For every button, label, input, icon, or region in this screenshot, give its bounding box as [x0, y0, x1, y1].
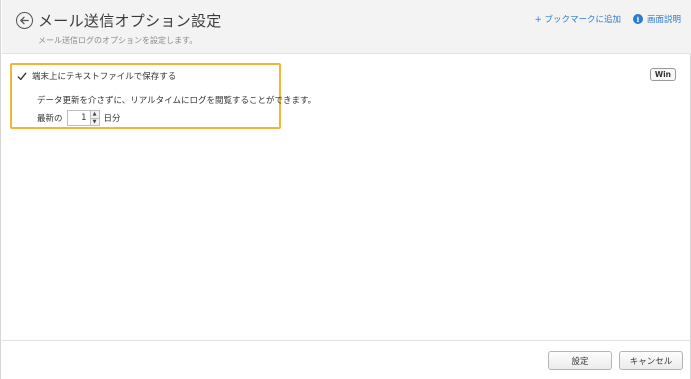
page-header: メール送信オプション設定 メール送信ログのオプションを設定します。 + ブックマ…	[2, 0, 691, 54]
page-subtitle: メール送信ログのオプションを設定します。	[38, 36, 198, 45]
info-icon: i	[632, 14, 643, 24]
add-bookmark-link[interactable]: + ブックマークに追加	[535, 13, 621, 25]
days-stepper[interactable]: 1 ▲ ▼	[66, 110, 100, 126]
days-prefix: 最新の	[37, 114, 63, 124]
save-local-checkbox[interactable]	[17, 71, 27, 81]
days-suffix: 日分	[103, 114, 121, 124]
back-button[interactable]	[16, 12, 33, 29]
footer-divider	[2, 340, 691, 341]
platform-badge: Win	[649, 68, 676, 81]
save-local-option: 端末上にテキストファイルで保存する	[17, 70, 176, 82]
stepper-buttons: ▲ ▼	[89, 111, 99, 125]
screen-help-link[interactable]: i 画面説明	[632, 13, 681, 25]
save-local-label: 端末上にテキストファイルで保存する	[32, 72, 177, 82]
screen-help-label: 画面説明	[646, 15, 681, 25]
checkmark-icon	[17, 72, 27, 80]
arrow-left-icon	[20, 16, 29, 25]
days-value[interactable]: 1	[68, 111, 90, 125]
window-frame: メール送信オプション設定 メール送信ログのオプションを設定します。 + ブックマ…	[0, 0, 691, 379]
header-links: + ブックマークに追加 i 画面説明	[535, 13, 681, 25]
page-title: メール送信オプション設定	[38, 12, 222, 30]
cancel-button[interactable]: キャンセル	[619, 351, 683, 370]
save-local-description: データ更新を介さずに、リアルタイムにログを閲覧することができます。	[37, 96, 317, 106]
save-settings-button[interactable]: 設定	[548, 351, 612, 370]
stepper-down-icon[interactable]: ▼	[90, 117, 99, 125]
days-row: 最新の 1 ▲ ▼ 日分	[37, 110, 121, 126]
